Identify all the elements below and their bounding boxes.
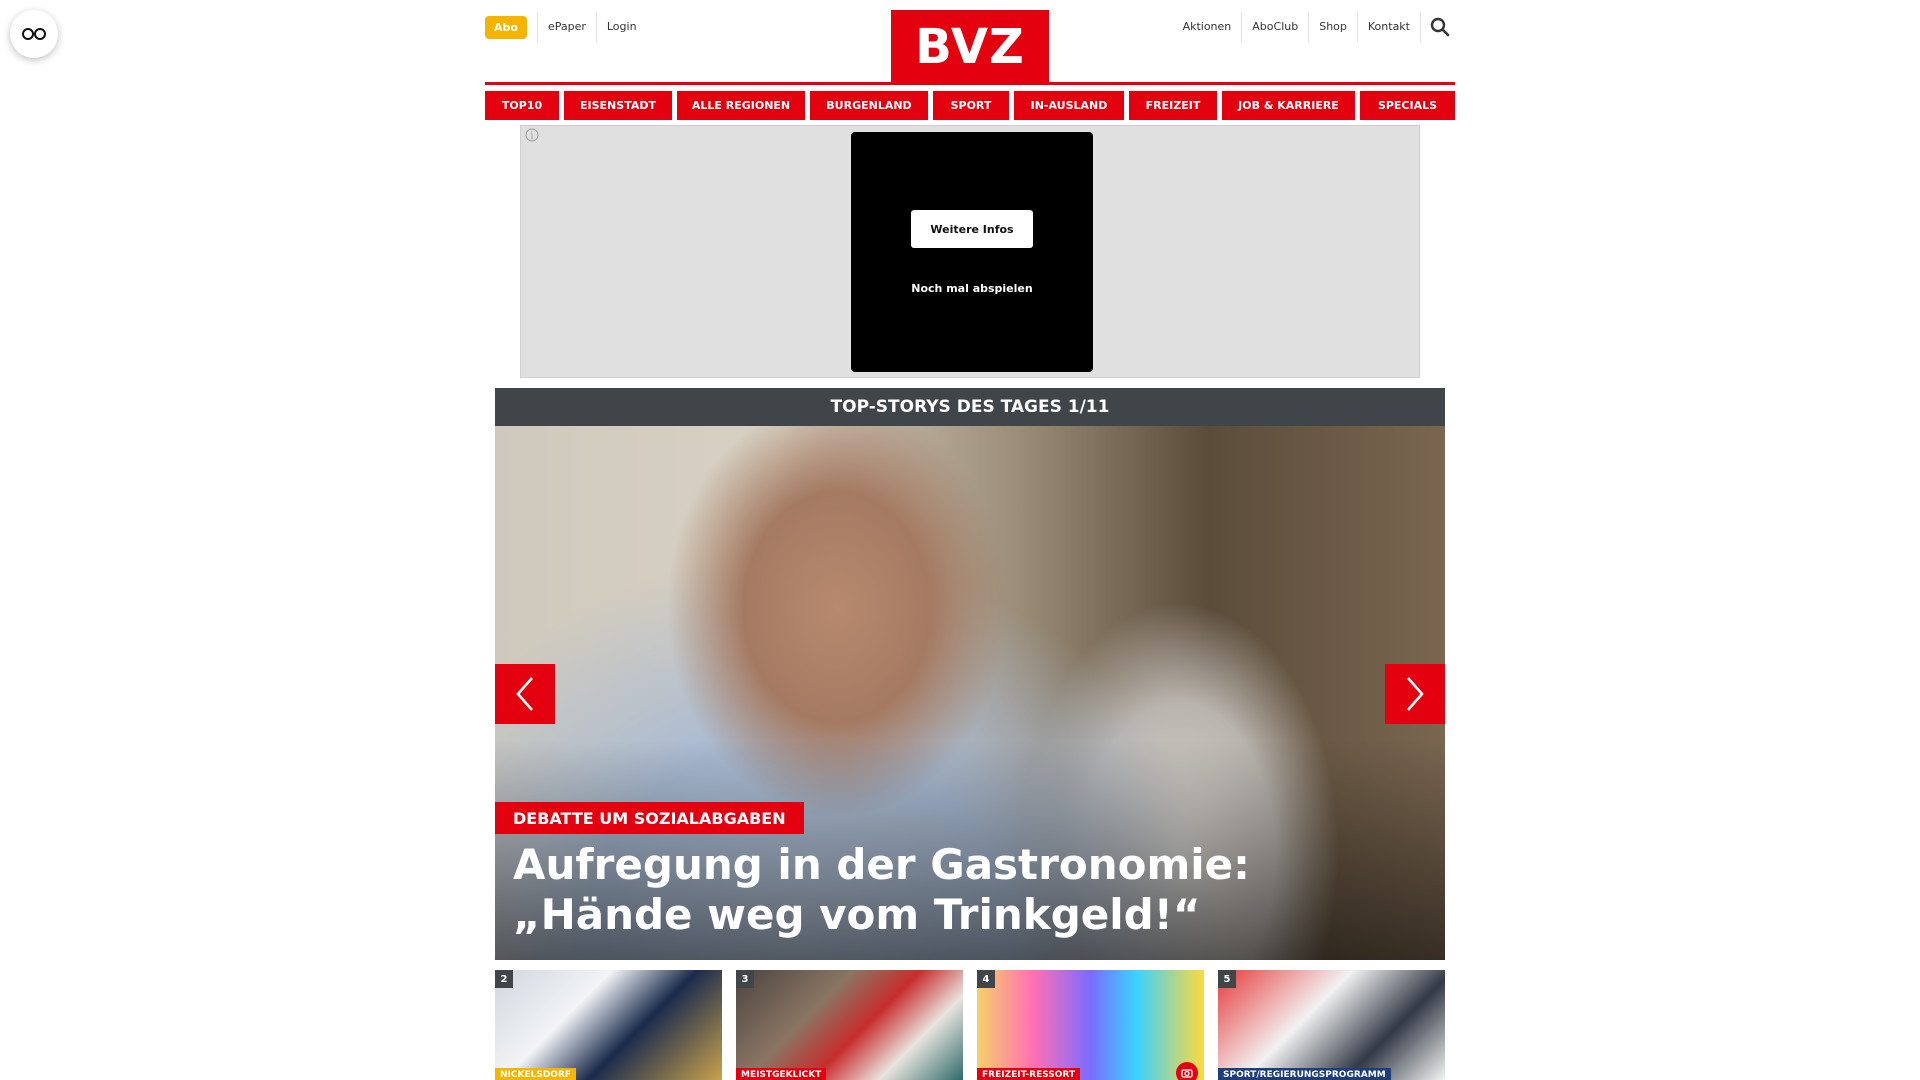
replay-button[interactable]: Noch mal abspielen xyxy=(851,282,1093,295)
thumb-tag: NICKELSDORF xyxy=(495,1068,577,1080)
header-right-links: Aktionen AboClub Shop Kontakt xyxy=(1173,12,1455,42)
more-info-button[interactable]: Weitere Infos xyxy=(911,210,1033,248)
reader-mode-button[interactable] xyxy=(10,10,58,58)
nav-item-top10[interactable]: TOP10 xyxy=(485,91,559,120)
hero-headline[interactable]: Aufregung in der Gastronomie: „Hände weg… xyxy=(513,840,1393,940)
nav-item-in-ausland[interactable]: IN-AUSLAND xyxy=(1014,91,1124,120)
camera-icon xyxy=(1181,1069,1193,1078)
nav-item-burgenland[interactable]: BURGENLAND xyxy=(810,91,928,120)
nav-item-sport[interactable]: SPORT xyxy=(933,91,1009,120)
story-thumbnail[interactable]: 5 SPORT/REGIERUNGSPROGRAMM xyxy=(1218,970,1445,1080)
aktionen-link[interactable]: Aktionen xyxy=(1173,14,1242,40)
story-thumbnail[interactable]: 3 MEISTGEKLICKT xyxy=(736,970,963,1080)
epaper-link[interactable]: ePaper xyxy=(538,14,596,40)
info-icon[interactable]: i xyxy=(525,128,539,142)
thumb-number: 3 xyxy=(736,970,754,988)
site-header: Abo ePaper Login BVZ Aktionen AboClub Sh… xyxy=(485,0,1455,88)
nav-item-job-karriere[interactable]: JOB & KARRIERE xyxy=(1222,91,1355,120)
top-stories-heading: TOP-STORYS DES TAGES 1/11 xyxy=(495,388,1445,426)
story-thumbnail[interactable]: 2 NICKELSDORF xyxy=(495,970,722,1080)
svg-text:i: i xyxy=(531,132,534,142)
chevron-right-icon xyxy=(1407,677,1424,711)
glasses-icon xyxy=(22,28,46,40)
main-navigation: TOP10 EISENSTADT ALLE REGIONEN BURGENLAN… xyxy=(485,91,1455,120)
search-icon xyxy=(1430,17,1450,37)
hero-story[interactable]: DEBATTE UM SOZIALABGABEN Aufregung in de… xyxy=(495,426,1445,960)
nav-item-freizeit[interactable]: FREIZEIT xyxy=(1129,91,1217,120)
bvz-logo[interactable]: BVZ xyxy=(891,10,1049,83)
story-thumbnails: 2 NICKELSDORF 3 MEISTGEKLICKT 4 FREIZEIT… xyxy=(495,970,1445,1080)
thumb-number: 5 xyxy=(1218,970,1236,988)
hero-kicker[interactable]: DEBATTE UM SOZIALABGABEN xyxy=(495,802,804,834)
nav-item-eisenstadt[interactable]: EISENSTADT xyxy=(564,91,672,120)
chevron-left-icon xyxy=(516,677,533,711)
thumb-tag: SPORT/REGIERUNGSPROGRAMM xyxy=(1218,1068,1391,1080)
kontakt-link[interactable]: Kontakt xyxy=(1358,14,1420,40)
ad-video-player[interactable]: Weitere Infos Noch mal abspielen xyxy=(851,132,1093,372)
prev-story-button[interactable] xyxy=(495,664,555,724)
search-button[interactable] xyxy=(1425,12,1455,42)
gallery-badge xyxy=(1176,1062,1198,1080)
divider xyxy=(1420,12,1421,42)
thumb-tag: FREIZEIT-RESSORT xyxy=(977,1068,1081,1080)
nav-item-specials[interactable]: SPECIALS xyxy=(1360,91,1455,120)
shop-link[interactable]: Shop xyxy=(1309,14,1357,40)
advertisement: i Weitere Infos Noch mal abspielen xyxy=(520,125,1420,378)
thumb-number: 4 xyxy=(977,970,995,988)
story-thumbnail[interactable]: 4 FREIZEIT-RESSORT xyxy=(977,970,1204,1080)
login-link[interactable]: Login xyxy=(597,14,647,40)
header-rule xyxy=(485,82,1455,85)
header-left-links: Abo ePaper Login xyxy=(485,12,647,42)
thumb-number: 2 xyxy=(495,970,513,988)
nav-item-alle-regionen[interactable]: ALLE REGIONEN xyxy=(677,91,805,120)
next-story-button[interactable] xyxy=(1385,664,1445,724)
page: Abo ePaper Login BVZ Aktionen AboClub Sh… xyxy=(0,0,1920,1080)
thumb-tag: MEISTGEKLICKT xyxy=(736,1068,827,1080)
aboclub-link[interactable]: AboClub xyxy=(1242,14,1308,40)
abo-button[interactable]: Abo xyxy=(485,15,527,39)
